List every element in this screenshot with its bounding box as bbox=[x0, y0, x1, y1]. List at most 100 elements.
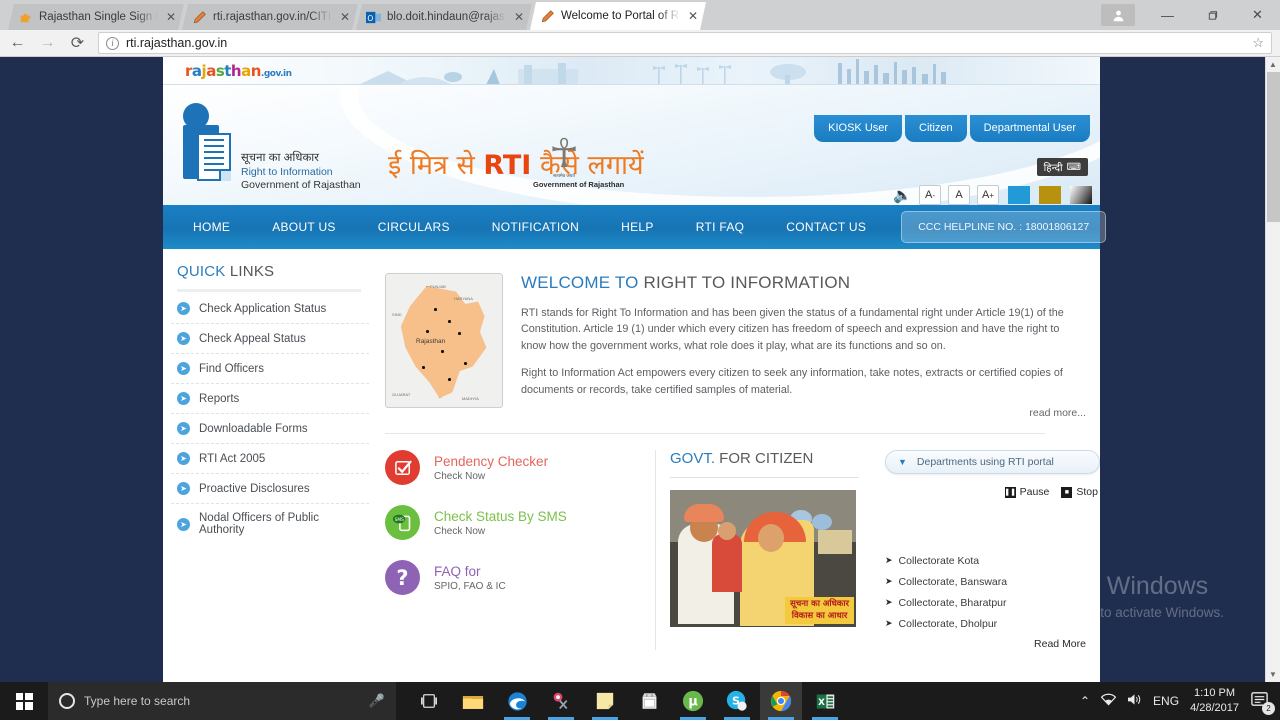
arrow-icon: ➤ bbox=[885, 596, 893, 607]
sidebar-item-check-appeal-status[interactable]: ➤ Check Appeal Status bbox=[171, 324, 369, 354]
reload-icon[interactable]: ⟳ bbox=[68, 34, 87, 53]
font-decrease-button[interactable]: A- bbox=[919, 185, 941, 205]
checkbox-tick-icon bbox=[385, 450, 420, 486]
tab-departmental-user[interactable]: Departmental User bbox=[969, 115, 1090, 142]
departments-read-more-link[interactable]: Read More bbox=[885, 638, 1100, 650]
google-chrome-icon[interactable] bbox=[760, 682, 802, 720]
notification-center-icon[interactable]: 2 bbox=[1250, 690, 1275, 715]
theme-swatch-highcontrast[interactable] bbox=[1070, 186, 1092, 204]
service-faq[interactable]: ? FAQ for SPIO, FAO & IC bbox=[385, 560, 655, 596]
new-tab-button[interactable] bbox=[708, 8, 736, 30]
language-toggle-button[interactable]: हिन्दी ⌨ bbox=[1036, 158, 1088, 176]
start-button[interactable] bbox=[0, 682, 48, 720]
utorrent-icon[interactable]: μ bbox=[672, 682, 714, 720]
profile-icon[interactable] bbox=[1101, 4, 1135, 26]
bookmark-star-icon[interactable]: ☆ bbox=[1252, 35, 1264, 51]
microsoft-store-icon[interactable] bbox=[628, 682, 670, 720]
forward-icon[interactable]: → bbox=[38, 34, 57, 53]
back-icon[interactable]: ← bbox=[8, 34, 27, 53]
marquee-controls: ❚❚ Pause ■ Stop bbox=[885, 486, 1100, 498]
skype-icon[interactable]: S bbox=[716, 682, 758, 720]
scroll-up-icon[interactable]: ▲ bbox=[1266, 57, 1280, 72]
main-column: Rajasthan PUNJAB HARYANA SIND GUJARAT MA… bbox=[369, 249, 1100, 651]
font-normal-button[interactable]: A bbox=[948, 185, 970, 205]
sidebar-item-check-application-status[interactable]: ➤ Check Application Status bbox=[171, 294, 369, 324]
nav-help[interactable]: HELP bbox=[600, 220, 675, 234]
sidebar-item-find-officers[interactable]: ➤ Find Officers bbox=[171, 354, 369, 384]
list-item[interactable]: ➤ Collectorate, Bharatpur bbox=[885, 592, 1100, 613]
list-item[interactable]: ➤ Collectorate Kota bbox=[885, 550, 1100, 571]
sidebar-item-reports[interactable]: ➤ Reports bbox=[171, 384, 369, 414]
excel-icon[interactable]: X bbox=[804, 682, 846, 720]
browser-tab[interactable]: O blo.doit.hindaun@rajasth ✕ bbox=[356, 4, 532, 30]
notification-badge: 2 bbox=[1262, 702, 1275, 715]
tray-chevron-icon[interactable]: ⌃ bbox=[1080, 694, 1090, 708]
close-icon[interactable]: ✕ bbox=[164, 10, 178, 24]
sidebar-item-rti-act-2005[interactable]: ➤ RTI Act 2005 bbox=[171, 444, 369, 474]
outlook-icon: O bbox=[366, 10, 381, 25]
stop-icon: ■ bbox=[1061, 486, 1073, 498]
nav-about-us[interactable]: ABOUT US bbox=[251, 220, 357, 234]
arrow-circle-icon: ➤ bbox=[177, 422, 190, 435]
theme-swatch-blue[interactable] bbox=[1008, 186, 1030, 204]
snipping-tool-icon[interactable] bbox=[540, 682, 582, 720]
tab-kiosk-user[interactable]: KIOSK User bbox=[814, 115, 903, 142]
minimize-button[interactable]: — bbox=[1145, 0, 1190, 30]
welcome-title-rest: RIGHT TO INFORMATION bbox=[638, 273, 851, 292]
edge-browser-icon[interactable] bbox=[496, 682, 538, 720]
maximize-button[interactable] bbox=[1190, 0, 1235, 30]
taskbar-clock[interactable]: 1:10 PM 4/28/2017 bbox=[1190, 686, 1239, 716]
rajasthan-logo[interactable]: rajasthan.gov.in bbox=[185, 62, 292, 80]
service-check-status-by-sms[interactable]: SMS Check Status By SMS Check Now bbox=[385, 505, 655, 541]
task-view-icon[interactable] bbox=[408, 682, 450, 720]
service-pendency-checker[interactable]: Pendency Checker Check Now bbox=[385, 450, 655, 486]
page-scrollbar[interactable]: ▲ ▼ bbox=[1265, 57, 1280, 682]
nav-notification[interactable]: NOTIFICATION bbox=[471, 220, 600, 234]
sidebar-item-proactive-disclosures[interactable]: ➤ Proactive Disclosures bbox=[171, 474, 369, 504]
taskbar-search-box[interactable]: Type here to search 🎤 bbox=[48, 682, 396, 720]
browser-tab[interactable]: rti.rajasthan.gov.in/CITIZ ✕ bbox=[182, 4, 358, 30]
close-icon[interactable]: ✕ bbox=[686, 9, 700, 23]
address-text: rti.rajasthan.gov.in bbox=[126, 36, 228, 50]
window-controls: — ✕ bbox=[1101, 0, 1280, 30]
speaker-icon[interactable]: 🔈 bbox=[893, 186, 912, 204]
nav-contact-us[interactable]: CONTACT US bbox=[765, 220, 887, 234]
sidebar-item-label: Proactive Disclosures bbox=[199, 482, 310, 495]
list-item[interactable]: ➤ Collectorate, Dholpur bbox=[885, 613, 1100, 634]
nav-home[interactable]: HOME bbox=[185, 220, 251, 234]
microphone-icon[interactable]: 🎤 bbox=[369, 693, 385, 709]
nav-rti-faq[interactable]: RTI FAQ bbox=[675, 220, 766, 234]
info-icon[interactable]: i bbox=[106, 36, 119, 50]
stop-button[interactable]: ■ Stop bbox=[1061, 486, 1098, 498]
divider bbox=[385, 433, 1045, 435]
pause-label: Pause bbox=[1019, 486, 1050, 499]
sidebar-item-label: Downloadable Forms bbox=[199, 422, 308, 435]
scroll-down-icon[interactable]: ▼ bbox=[1266, 667, 1280, 682]
sidebar-item-downloadable-forms[interactable]: ➤ Downloadable Forms bbox=[171, 414, 369, 444]
list-item[interactable]: ➤ Collectorate, Banswara bbox=[885, 571, 1100, 592]
network-icon[interactable] bbox=[1100, 693, 1117, 709]
tab-citizen[interactable]: Citizen bbox=[905, 115, 967, 142]
cortana-circle-icon bbox=[59, 693, 75, 709]
file-explorer-icon[interactable] bbox=[452, 682, 494, 720]
browser-tab[interactable]: Rajasthan Single Sign On ✕ bbox=[8, 4, 184, 30]
arrow-circle-icon: ➤ bbox=[177, 362, 190, 375]
sidebar-item-nodal-officers[interactable]: ➤ Nodal Officers of Public Authority bbox=[171, 504, 369, 544]
browser-tab-active[interactable]: Welcome to Portal of Rig ✕ bbox=[530, 2, 706, 30]
welcome-title-accent: WELCOME TO bbox=[521, 273, 639, 292]
theme-swatch-gold[interactable] bbox=[1039, 186, 1061, 204]
font-increase-button[interactable]: A + bbox=[977, 185, 999, 205]
close-icon[interactable]: ✕ bbox=[338, 10, 352, 24]
close-icon[interactable]: ✕ bbox=[512, 10, 526, 24]
address-bar[interactable]: i rti.rajasthan.gov.in ☆ bbox=[98, 32, 1272, 54]
welcome-read-more-link[interactable]: read more... bbox=[521, 407, 1086, 419]
browser-window: Rajasthan Single Sign On ✕ rti.rajasthan… bbox=[0, 0, 1280, 682]
departments-dropdown[interactable]: ▼ Departments using RTI portal bbox=[885, 450, 1100, 475]
volume-icon[interactable] bbox=[1127, 693, 1142, 709]
pause-button[interactable]: ❚❚ Pause bbox=[1004, 486, 1050, 499]
close-window-button[interactable]: ✕ bbox=[1235, 0, 1280, 30]
language-indicator[interactable]: ENG bbox=[1153, 694, 1179, 708]
sticky-notes-icon[interactable] bbox=[584, 682, 626, 720]
scrollbar-thumb[interactable] bbox=[1267, 72, 1280, 222]
nav-circulars[interactable]: CIRCULARS bbox=[357, 220, 471, 234]
